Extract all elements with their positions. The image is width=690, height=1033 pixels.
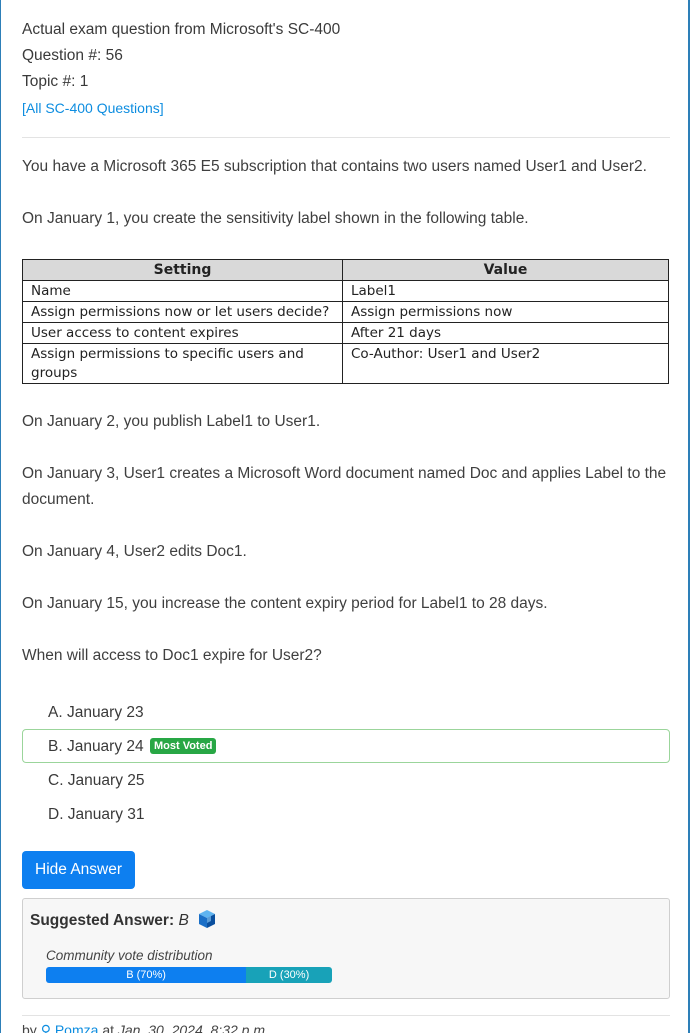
exam-title: Actual exam question from Microsoft's SC… — [22, 21, 341, 38]
topic-number: Topic #: 1 — [22, 73, 89, 90]
table-cell: Label1 — [342, 280, 669, 302]
table-header-setting: Setting — [22, 259, 343, 281]
choice-c[interactable]: C. January 25 — [22, 763, 670, 797]
vote-distribution-bar: B (70%) D (30%) — [46, 967, 332, 983]
paragraph-jan4: On January 4, User2 edits Doc1. — [22, 543, 247, 560]
question-content: Actual exam question from Microsoft's SC… — [22, 0, 670, 1033]
all-questions-link[interactable]: [All SC-400 Questions] — [22, 95, 670, 121]
question-card: Actual exam question from Microsoft's SC… — [0, 0, 690, 1033]
vote-distribution-title: Community vote distribution — [46, 948, 213, 963]
choice-label: C. January 25 — [48, 772, 145, 789]
cube-icon — [197, 909, 217, 936]
paragraph-jan15: On January 15, you increase the content … — [22, 595, 548, 612]
choice-label: A. January 23 — [48, 704, 144, 721]
table-cell: Assign permissions now — [342, 301, 669, 323]
table-cell: User access to content expires — [22, 322, 343, 344]
question-number: Question #: 56 — [22, 47, 123, 64]
suggested-answer-box: Suggested Answer: B Community vote distr… — [22, 898, 670, 999]
byline-at: at — [102, 1022, 114, 1033]
table-row: Name Label1 — [22, 280, 669, 302]
answer-choices: A. January 23 B. January 24 Most Voted C… — [22, 695, 670, 831]
comment-date: Jan. 30, 2024, 8:32 p.m. — [117, 1022, 269, 1033]
header-divider — [22, 137, 670, 138]
question-prompt: When will access to Doc1 expire for User… — [22, 647, 322, 664]
user-link[interactable]: ⚲ Pomza — [41, 1022, 103, 1033]
choice-label: D. January 31 — [48, 806, 145, 823]
table-intro: On January 1, you create the sensitivity… — [22, 210, 529, 227]
user-name: Pomza — [54, 1022, 99, 1033]
table-header-row: Setting Value — [22, 259, 669, 281]
paragraph-jan2: On January 2, you publish Label1 to User… — [22, 413, 321, 430]
hide-answer-button[interactable]: Hide Answer — [22, 851, 136, 889]
suggested-answer-label: Suggested Answer: — [30, 912, 175, 929]
sensitivity-label-table: Setting Value Name Label1 Assign permiss… — [22, 259, 669, 384]
table-cell: Assign permissions to specific users and… — [22, 343, 343, 384]
table-cell: Name — [22, 280, 343, 302]
comment-byline: by ⚲ Pomza at Jan. 30, 2024, 8:32 p.m. — [22, 1022, 670, 1033]
choice-d[interactable]: D. January 31 — [22, 797, 670, 831]
table-row: Assign permissions to specific users and… — [22, 343, 669, 384]
vote-segment-b: B (70%) — [46, 967, 247, 983]
user-icon: ⚲ — [40, 1022, 51, 1033]
table-cell: Assign permissions now or let users deci… — [22, 301, 343, 323]
table-row: Assign permissions now or let users deci… — [22, 301, 669, 323]
suggested-answer-value: B — [178, 912, 189, 929]
choice-a[interactable]: A. January 23 — [22, 695, 670, 729]
table-header-value: Value — [342, 259, 669, 281]
byline-divider — [22, 1015, 670, 1016]
question-intro: You have a Microsoft 365 E5 subscription… — [22, 158, 647, 175]
vote-segment-d: D (30%) — [246, 967, 332, 983]
most-voted-badge: Most Voted — [149, 738, 217, 754]
paragraph-jan3: On January 3, User1 creates a Microsoft … — [22, 465, 667, 508]
choice-label: B. January 24 — [48, 738, 144, 755]
byline-by: by — [22, 1022, 37, 1033]
suggested-answer: Suggested Answer: B — [30, 909, 662, 936]
table-cell: After 21 days — [342, 322, 669, 344]
table-cell: Co-Author: User1 and User2 — [342, 343, 669, 384]
table-row: User access to content expires After 21 … — [22, 322, 669, 344]
choice-b[interactable]: B. January 24 Most Voted — [22, 729, 670, 763]
